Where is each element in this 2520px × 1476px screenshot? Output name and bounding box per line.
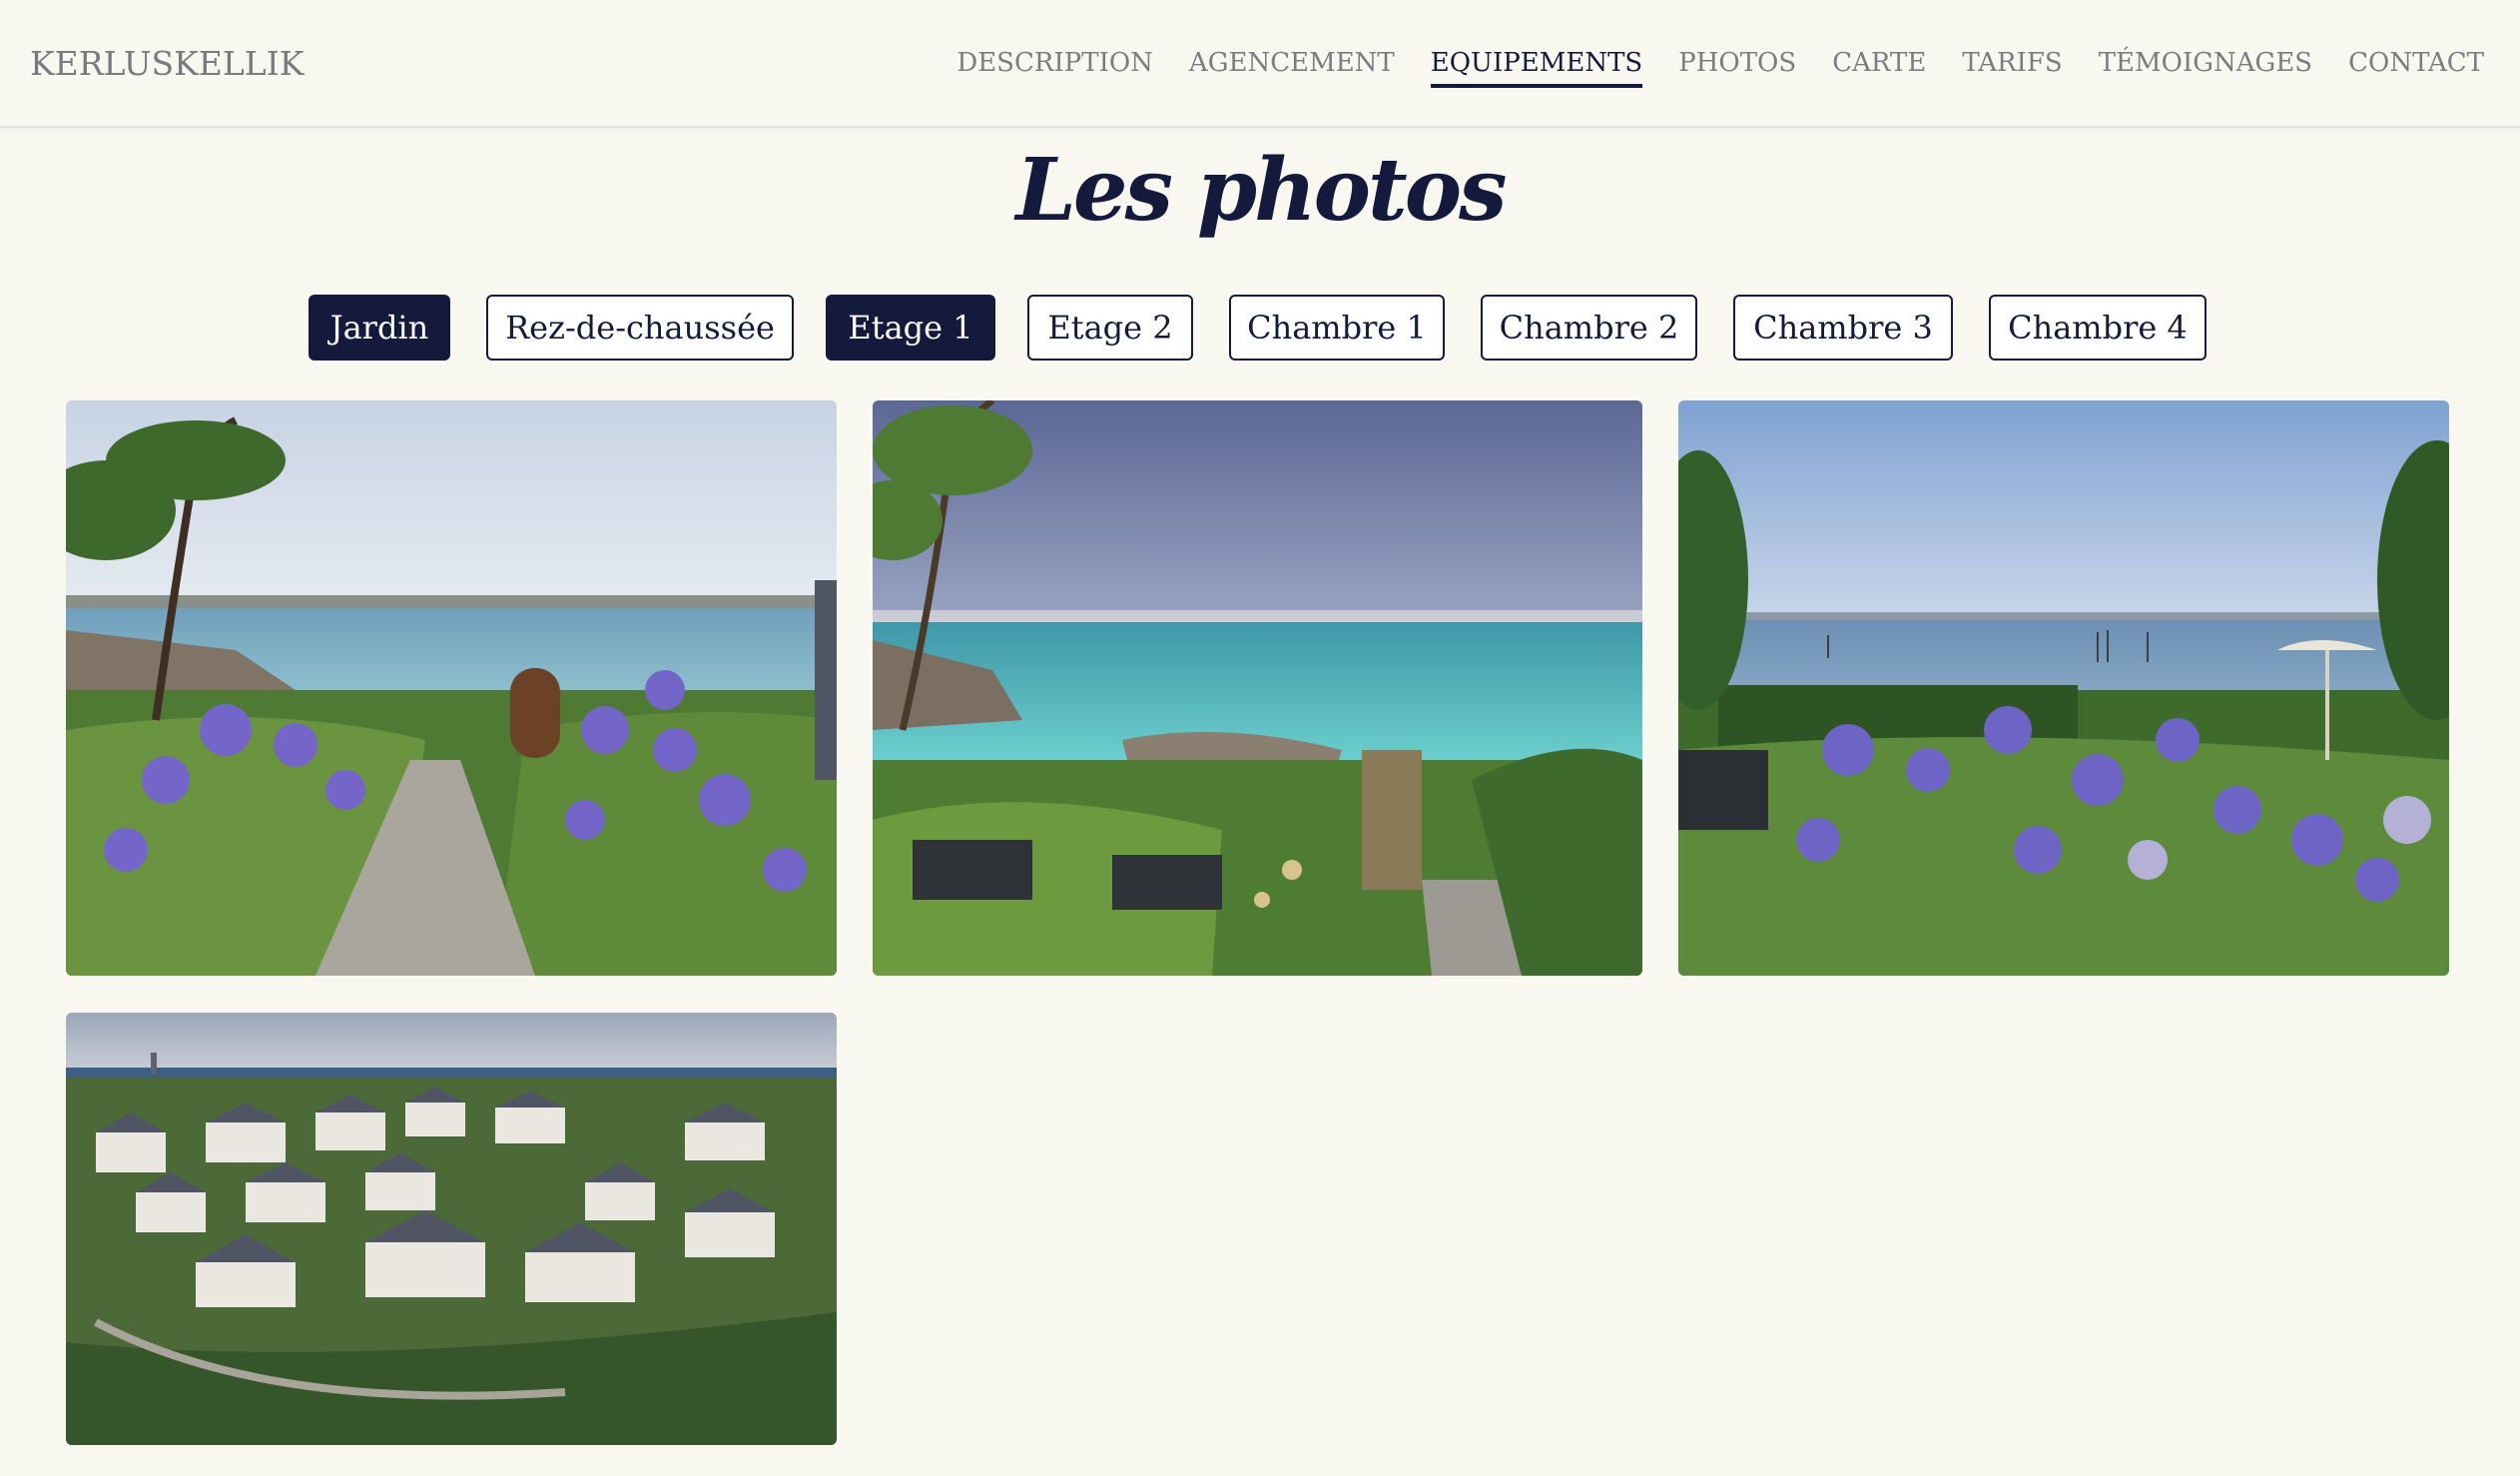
nav-carte[interactable]: CARTE xyxy=(1832,48,1926,88)
nav-agencement[interactable]: AGENCEMENT xyxy=(1189,48,1395,88)
garden-path-image xyxy=(66,400,837,976)
filter-etage-1[interactable]: Etage 1 xyxy=(826,295,995,361)
nav-tarifs[interactable]: TARIFS xyxy=(1962,48,2062,88)
nav-temoignages[interactable]: TÉMOIGNAGES xyxy=(2099,48,2312,88)
nav-equipements[interactable]: EQUIPEMENTS xyxy=(1430,48,1643,88)
nav-photos[interactable]: PHOTOS xyxy=(1678,48,1796,88)
nav-contact[interactable]: CONTACT xyxy=(2348,48,2484,88)
main-nav: DESCRIPTION AGENCEMENT EQUIPEMENTS PHOTO… xyxy=(921,48,2484,88)
photo-aerial-village[interactable] xyxy=(66,1013,837,1445)
aerial-village-image xyxy=(66,1013,837,1445)
filter-rez-de-chaussee[interactable]: Rez-de-chaussée xyxy=(486,295,794,361)
site-brand[interactable]: KERLUSKELLIK xyxy=(30,44,304,83)
filter-jardin[interactable]: Jardin xyxy=(309,295,450,361)
photo-garden-path[interactable] xyxy=(66,400,837,976)
photo-garden-boats[interactable] xyxy=(1678,400,2449,976)
section-title: Les photos xyxy=(1015,140,1507,241)
filter-chambre-3[interactable]: Chambre 3 xyxy=(1733,295,1953,361)
turquoise-bay-image xyxy=(873,400,1642,976)
filter-chambre-1[interactable]: Chambre 1 xyxy=(1229,295,1445,361)
filter-etage-2[interactable]: Etage 2 xyxy=(1027,295,1193,361)
garden-boats-image xyxy=(1678,400,2449,976)
photo-filters: Jardin Rez-de-chaussée Etage 1 Etage 2 C… xyxy=(0,295,2520,365)
nav-description[interactable]: DESCRIPTION xyxy=(956,48,1153,88)
site-header: KERLUSKELLIK DESCRIPTION AGENCEMENT EQUI… xyxy=(0,0,2520,128)
photo-turquoise-bay[interactable] xyxy=(873,400,1642,976)
filter-chambre-4[interactable]: Chambre 4 xyxy=(1989,295,2206,361)
filter-chambre-2[interactable]: Chambre 2 xyxy=(1481,295,1697,361)
